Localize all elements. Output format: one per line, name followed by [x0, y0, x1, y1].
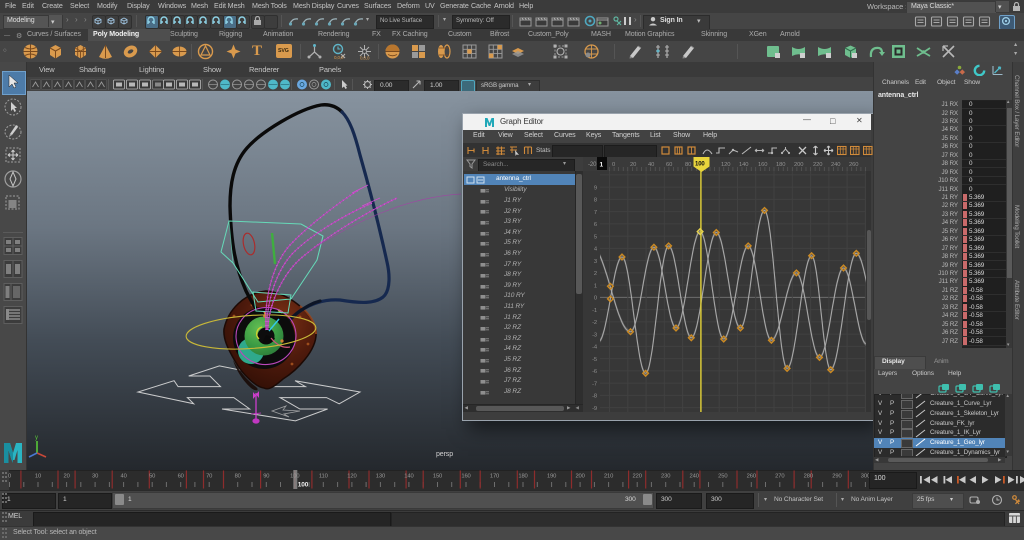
svg-text:100: 100 [695, 162, 705, 168]
svg-text:100: 100 [290, 474, 299, 480]
svg-text:250: 250 [718, 474, 727, 480]
svg-text:200: 200 [575, 474, 584, 480]
svg-text:2: 2 [594, 271, 597, 277]
svg-text:1: 1 [594, 283, 597, 289]
svg-text:20: 20 [63, 474, 69, 480]
svg-text:0: 0 [8, 474, 11, 480]
svg-text:-8: -8 [592, 394, 597, 400]
svg-text:60: 60 [178, 474, 184, 480]
svg-text:40: 40 [648, 162, 654, 168]
svg-text:160: 160 [758, 162, 767, 168]
svg-text:0: 0 [594, 296, 597, 302]
svg-text:80: 80 [235, 474, 241, 480]
svg-text:y: y [35, 435, 38, 441]
svg-text:120: 120 [721, 162, 730, 168]
svg-text:3: 3 [594, 259, 597, 265]
svg-text:180: 180 [776, 162, 785, 168]
svg-text:6: 6 [594, 222, 597, 228]
svg-text:220: 220 [813, 162, 822, 168]
svg-text:260: 260 [747, 474, 756, 480]
svg-text:240: 240 [831, 162, 840, 168]
svg-text:130: 130 [376, 474, 385, 480]
svg-text:-7: -7 [592, 381, 597, 387]
svg-text:40: 40 [120, 474, 126, 480]
svg-text:290: 290 [832, 474, 841, 480]
svg-text:230: 230 [661, 474, 670, 480]
svg-text:110: 110 [319, 474, 328, 480]
svg-text:-6: -6 [592, 369, 597, 375]
svg-text:80: 80 [685, 162, 691, 168]
svg-text:240: 240 [690, 474, 699, 480]
svg-text:170: 170 [490, 474, 499, 480]
svg-text:270: 270 [775, 474, 784, 480]
svg-text:5: 5 [594, 234, 597, 240]
svg-text:-20: -20 [588, 162, 597, 168]
svg-text:0,0,0: 0,0,0 [334, 55, 344, 60]
svg-text:0: 0 [612, 162, 615, 168]
svg-text:0,0,0: 0,0,0 [360, 56, 370, 61]
svg-text:20: 20 [630, 162, 636, 168]
svg-text:160: 160 [461, 474, 470, 480]
svg-text:260: 260 [849, 162, 858, 168]
svg-text:100: 100 [298, 482, 309, 489]
svg-text:9: 9 [594, 185, 597, 191]
svg-text:140: 140 [739, 162, 748, 168]
svg-text:-1: -1 [592, 308, 597, 314]
svg-text:210: 210 [604, 474, 613, 480]
svg-text:8: 8 [594, 198, 597, 204]
svg-text:180: 180 [518, 474, 527, 480]
svg-text:220: 220 [633, 474, 642, 480]
svg-text:10: 10 [35, 474, 41, 480]
svg-text:150: 150 [433, 474, 442, 480]
svg-text:30: 30 [92, 474, 98, 480]
svg-text:-3: -3 [592, 332, 597, 338]
svg-text:7: 7 [594, 210, 597, 216]
svg-text:70: 70 [206, 474, 212, 480]
svg-text:190: 190 [547, 474, 556, 480]
svg-text:90: 90 [263, 474, 269, 480]
svg-text:-2: -2 [592, 320, 597, 326]
svg-text:-9: -9 [592, 406, 597, 412]
svg-text:60: 60 [666, 162, 672, 168]
svg-text:200: 200 [794, 162, 803, 168]
svg-text:280: 280 [804, 474, 813, 480]
svg-text:140: 140 [404, 474, 413, 480]
svg-text:50: 50 [149, 474, 155, 480]
svg-text:-5: -5 [592, 357, 597, 363]
svg-text:120: 120 [347, 474, 356, 480]
svg-text:1: 1 [600, 162, 604, 169]
